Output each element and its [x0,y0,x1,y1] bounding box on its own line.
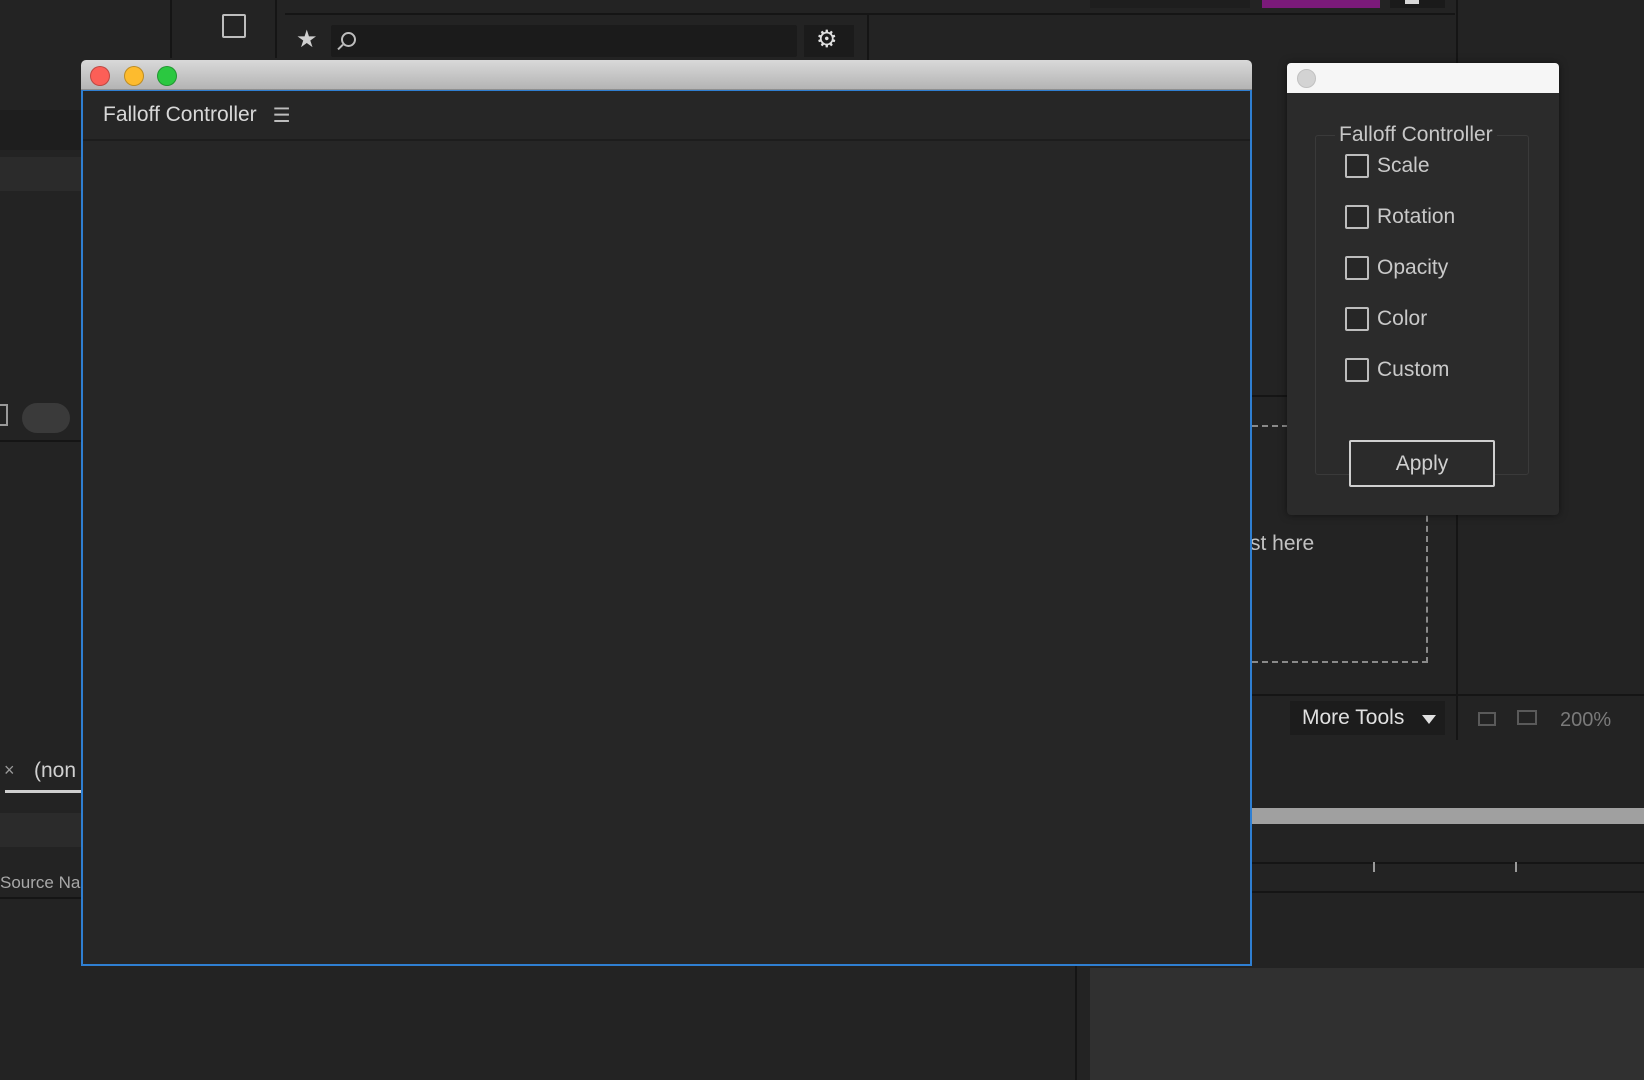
gear-icon: ⚙ [816,25,838,53]
timeline-work-area [1252,808,1644,824]
timeline-graph-area [1090,968,1644,1080]
comp-tab-label[interactable]: (non [34,759,76,783]
timeline-split [1075,966,1077,1080]
close-button[interactable] [90,66,110,86]
top-divider-a [170,0,172,58]
checkbox-custom[interactable]: Custom [1345,355,1449,385]
timeline-ruler-bottom [1252,891,1644,893]
small-window-icon[interactable] [1405,0,1419,4]
left-toggle-pill[interactable] [22,403,70,433]
falloff-controller-window[interactable]: Falloff Controller ☰ [81,60,1252,966]
panel-header: Falloff Controller ☰ [83,91,1250,141]
window-titlebar[interactable] [81,60,1252,90]
top-divider-c [867,13,869,60]
checkbox-box[interactable] [1345,358,1369,382]
checkbox-opacity[interactable]: Opacity [1345,253,1448,283]
purple-label-bar [1262,0,1380,8]
region-of-interest-icon[interactable] [1478,712,1496,726]
top-toolbar-divider [285,13,1455,15]
checkbox-label: Scale [1377,154,1430,177]
viewer-bottom-divider [1252,694,1644,696]
checkbox-rotation[interactable]: Rotation [1345,202,1455,232]
falloff-controller-palette[interactable]: Falloff Controller Scale Rotation Opacit… [1287,63,1559,515]
checkbox-box[interactable] [1345,154,1369,178]
minimize-button[interactable] [124,66,144,86]
checkbox-scale[interactable]: Scale [1345,151,1430,181]
palette-close-button[interactable] [1297,69,1316,88]
monitor-icon[interactable] [1517,710,1537,725]
checkbox-box[interactable] [1345,205,1369,229]
checkbox-label: Custom [1377,358,1450,381]
zoom-button[interactable] [157,66,177,86]
zoom-level[interactable]: 200% [1560,709,1611,732]
trash-icon[interactable] [0,404,8,426]
left-panel-header [0,110,81,150]
checkbox-label: Color [1377,307,1428,330]
window-body: Falloff Controller ☰ [81,90,1252,966]
chevron-down-icon [1422,715,1436,724]
timeline-ruler-divider [1252,862,1644,864]
drop-zone-hint: st here [1250,532,1315,555]
panel-content-area [83,143,1250,964]
panel-title: Falloff Controller [103,103,257,126]
timeline-header-divider [0,897,81,899]
checkbox-box[interactable] [1345,307,1369,331]
top-right-bar [1090,0,1250,8]
left-divider [0,440,81,442]
search-field[interactable] [331,25,797,57]
checkbox-color[interactable]: Color [1345,304,1427,334]
checkbox-box[interactable] [1345,256,1369,280]
checkbox-label: Opacity [1377,256,1449,279]
timeline-tick [1515,862,1517,872]
comp-tab-underline [5,790,81,793]
source-name-header: Source Na [0,873,81,892]
timeline-tick [1373,862,1375,872]
checkbox-label: Rotation [1377,205,1456,228]
comp-tab-close[interactable]: × [4,760,15,781]
square-tool-icon[interactable] [222,14,246,38]
more-tools-label: More Tools [1302,706,1405,729]
top-divider-b [275,0,277,58]
timeline-toolbar [0,813,81,847]
apply-button[interactable]: Apply [1349,440,1495,487]
options-group-label: Falloff Controller [1335,123,1497,147]
palette-titlebar[interactable] [1287,63,1559,93]
favorite-star-icon[interactable]: ★ [296,27,318,51]
hamburger-menu-icon[interactable]: ☰ [273,103,291,127]
left-panel-strip [0,157,81,191]
